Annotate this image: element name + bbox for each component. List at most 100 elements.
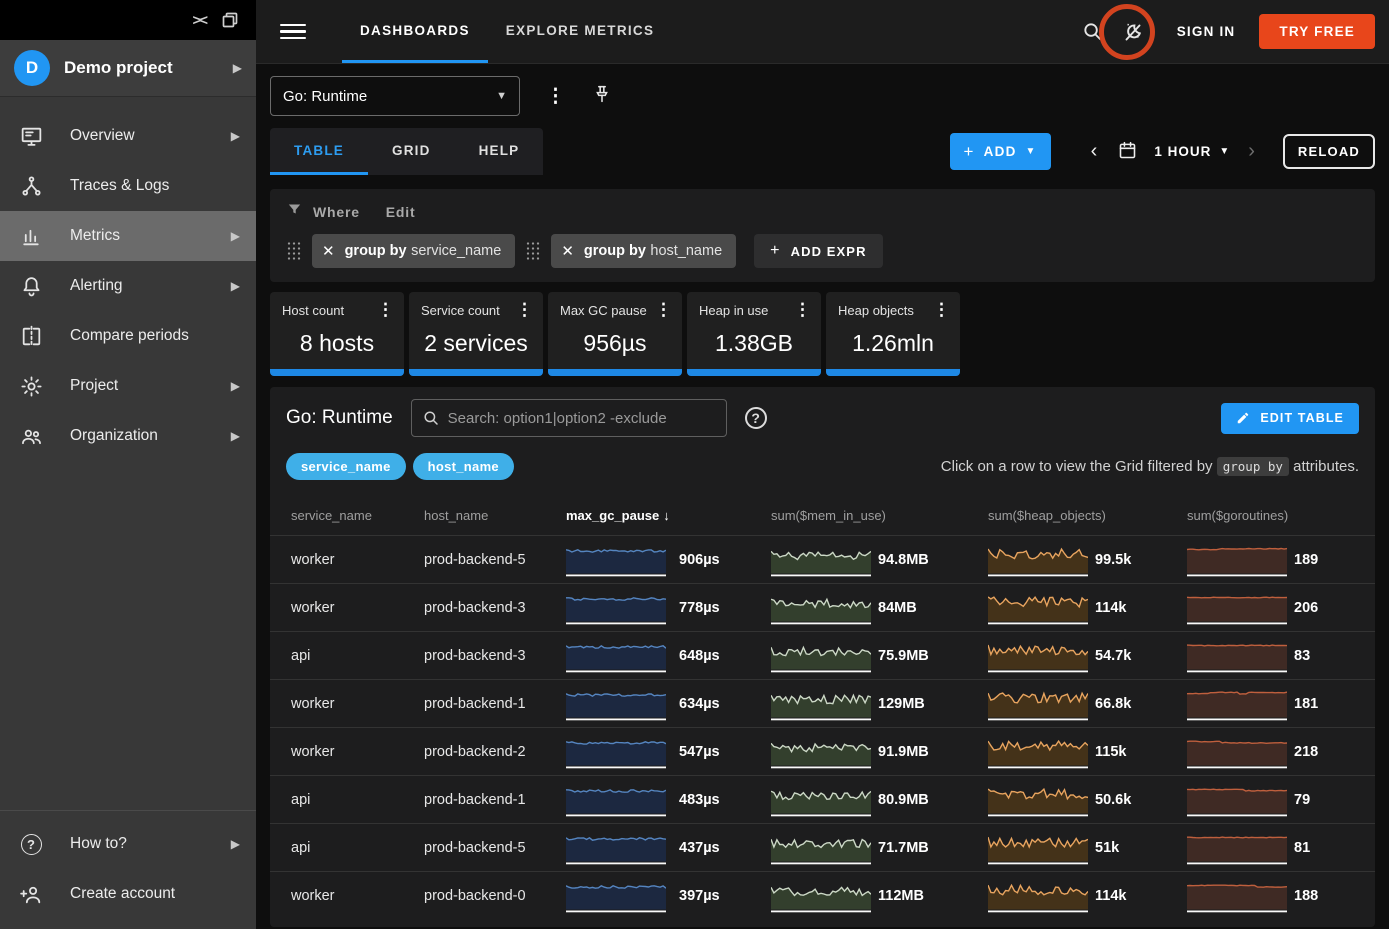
add-expr-button[interactable]: +ADD EXPR xyxy=(754,234,882,268)
sidebar-item-label: Compare periods xyxy=(70,327,240,345)
table-search[interactable] xyxy=(411,399,727,437)
grid-hint-text: Click on a row to view the Grid filtered… xyxy=(941,458,1359,475)
sidebar-item-how-to[interactable]: ?How to?▶ xyxy=(0,819,256,869)
group-by-chip-service_name[interactable]: ✕group by service_name xyxy=(312,234,515,268)
add-button[interactable]: + ADD ▼ xyxy=(950,133,1051,170)
gauge-card-heap-objects[interactable]: Heap objects⋮1.26mln xyxy=(826,292,960,376)
drag-handle-icon[interactable] xyxy=(525,241,541,261)
gauge-menu-kebab-icon[interactable]: ⋮ xyxy=(371,300,400,320)
sparkline-chart xyxy=(1187,591,1287,625)
try-free-button[interactable]: TRY FREE xyxy=(1259,14,1375,49)
gauge-card-service-count[interactable]: Service count⋮2 services xyxy=(409,292,543,376)
project-switcher[interactable]: D Demo project ▶ xyxy=(0,40,256,97)
cell-service-name: worker xyxy=(291,696,424,712)
cell-mem_in_use-value: 84MB xyxy=(871,600,988,616)
column-header-max_gc_pause[interactable]: max_gc_pause↓ xyxy=(566,508,771,523)
chip-attribute: host_name xyxy=(650,243,722,259)
plus-icon: + xyxy=(770,242,780,260)
column-header-host_name[interactable]: host_name xyxy=(424,508,566,523)
window-controls: >< xyxy=(0,0,256,40)
sidebar-item-label: How to? xyxy=(70,835,205,853)
sidebar-item-alerting[interactable]: Alerting▶ xyxy=(0,261,256,311)
group-attr-chip-host_name[interactable]: host_name xyxy=(413,453,514,480)
group-by-chip-host_name[interactable]: ✕group by host_name xyxy=(551,234,736,268)
calendar-icon[interactable] xyxy=(1111,140,1144,164)
chevron-right-icon: ▶ xyxy=(231,429,240,443)
cell-heap_objects-sparkline xyxy=(988,831,1088,865)
gauge-menu-kebab-icon[interactable]: ⋮ xyxy=(649,300,678,320)
project-name: Demo project xyxy=(64,58,219,78)
sidebar-item-traces-logs[interactable]: Traces & Logs xyxy=(0,161,256,211)
pin-icon[interactable] xyxy=(591,83,613,110)
filter-panel: Where Edit ✕group by service_name✕group … xyxy=(270,189,1375,282)
overlapping-windows-icon[interactable] xyxy=(220,10,240,30)
view-tabs: TABLEGRIDHELP xyxy=(270,128,543,175)
menu-hamburger-icon[interactable] xyxy=(280,24,306,40)
sparkline-chart xyxy=(1187,639,1287,673)
collapse-panel-icon[interactable]: >< xyxy=(192,12,206,29)
appbar-tab-dashboards[interactable]: DASHBOARDS xyxy=(342,0,488,63)
dashboard-menu-kebab-icon[interactable]: ⋮ xyxy=(540,85,571,108)
sidebar-item-overview[interactable]: Overview▶ xyxy=(0,111,256,161)
view-tab-grid[interactable]: GRID xyxy=(368,128,455,175)
search-input[interactable] xyxy=(448,410,716,427)
time-back-button[interactable]: ‹ xyxy=(1083,140,1106,163)
table-row[interactable]: workerprod-backend-3778µs84MB114k206 xyxy=(270,583,1375,631)
cell-heap_objects-sparkline xyxy=(988,639,1088,673)
sidebar-item-compare-periods[interactable]: Compare periods xyxy=(0,311,256,361)
cell-goroutines-sparkline xyxy=(1187,591,1287,625)
table-row[interactable]: workerprod-backend-5906µs94.8MB99.5k189 xyxy=(270,535,1375,583)
sidebar-item-organization[interactable]: Organization▶ xyxy=(0,411,256,461)
cell-host-name: prod-backend-5 xyxy=(424,552,566,568)
sidebar-item-create-account[interactable]: Create account xyxy=(0,869,256,919)
time-forward-button[interactable]: › xyxy=(1240,140,1263,163)
time-range-select[interactable]: 1 HOUR ▼ xyxy=(1150,144,1234,159)
column-header-heap_objects[interactable]: sum($heap_objects) xyxy=(988,508,1187,523)
gauge-title: Heap objects xyxy=(838,303,927,318)
sparkline-chart xyxy=(566,543,666,577)
search-icon[interactable] xyxy=(1073,12,1113,52)
edit-table-button[interactable]: EDIT TABLE xyxy=(1221,403,1359,434)
remove-chip-icon[interactable]: ✕ xyxy=(561,242,574,260)
gauge-menu-kebab-icon[interactable]: ⋮ xyxy=(788,300,817,320)
gauge-card-max-gc-pause[interactable]: Max GC pause⋮956µs xyxy=(548,292,682,376)
gauge-menu-kebab-icon[interactable]: ⋮ xyxy=(510,300,539,320)
where-label[interactable]: Where xyxy=(313,204,360,220)
filter-chips-row: ✕group by service_name ✕group by host_nam… xyxy=(286,234,1359,268)
gauge-card-host-count[interactable]: Host count⋮8 hosts xyxy=(270,292,404,376)
gauge-card-heap-in-use[interactable]: Heap in use⋮1.38GB xyxy=(687,292,821,376)
sparkline-chart xyxy=(988,543,1088,577)
column-header-goroutines[interactable]: sum($goroutines) xyxy=(1187,508,1375,523)
table-row[interactable]: apiprod-backend-1483µs80.9MB50.6k79 xyxy=(270,775,1375,823)
sidebar-item-metrics[interactable]: Metrics▶ xyxy=(0,211,256,261)
column-header-service_name[interactable]: service_name xyxy=(291,508,424,523)
table-row[interactable]: apiprod-backend-3648µs75.9MB54.7k83 xyxy=(270,631,1375,679)
column-header-mem_in_use[interactable]: sum($mem_in_use) xyxy=(771,508,988,523)
table-row[interactable]: apiprod-backend-5437µs71.7MB51k81 xyxy=(270,823,1375,871)
theme-toggle-icon[interactable] xyxy=(1113,12,1153,52)
remove-chip-icon[interactable]: ✕ xyxy=(322,242,335,260)
appbar-tab-explore-metrics[interactable]: EXPLORE METRICS xyxy=(488,0,673,63)
cell-mem_in_use-sparkline xyxy=(771,543,871,577)
cell-goroutines-sparkline xyxy=(1187,831,1287,865)
gauge-menu-kebab-icon[interactable]: ⋮ xyxy=(927,300,956,320)
cell-mem_in_use-sparkline xyxy=(771,783,871,817)
cell-service-name: worker xyxy=(291,600,424,616)
search-help-icon[interactable]: ? xyxy=(745,407,767,429)
cell-heap_objects-value: 50.6k xyxy=(1088,792,1187,808)
table-row[interactable]: workerprod-backend-1634µs129MB66.8k181 xyxy=(270,679,1375,727)
cell-heap_objects-value: 54.7k xyxy=(1088,648,1187,664)
drag-handle-icon[interactable] xyxy=(286,241,302,261)
edit-label[interactable]: Edit xyxy=(386,204,416,220)
reload-button[interactable]: RELOAD xyxy=(1283,134,1375,169)
table-row[interactable]: workerprod-backend-0397µs112MB114k188 xyxy=(270,871,1375,919)
view-tab-help[interactable]: HELP xyxy=(455,128,544,175)
sidebar-item-project[interactable]: Project▶ xyxy=(0,361,256,411)
dashboard-select[interactable]: Go: Runtime ▼ xyxy=(270,76,520,116)
table-row[interactable]: workerprod-backend-2547µs91.9MB115k218 xyxy=(270,727,1375,775)
sidebar: >< D Demo project ▶ Overview▶Traces & Lo… xyxy=(0,0,256,929)
sign-in-button[interactable]: SIGN IN xyxy=(1153,24,1260,39)
view-tab-table[interactable]: TABLE xyxy=(270,128,368,175)
group-attr-chip-service_name[interactable]: service_name xyxy=(286,453,406,480)
gauge-value: 1.26mln xyxy=(826,320,960,369)
